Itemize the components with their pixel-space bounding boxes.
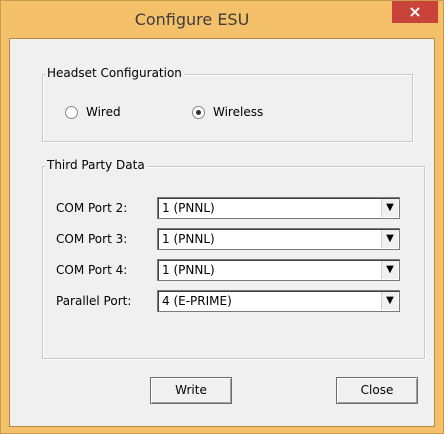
close-button[interactable]: Close: [336, 377, 418, 404]
headset-configuration-label: Headset Configuration: [45, 66, 184, 80]
window-title: Configure ESU: [134, 10, 250, 29]
com-port-4-value: 1 (PNNL): [162, 263, 215, 277]
parallel-port-value: 4 (E-PRIME): [162, 294, 232, 308]
parallel-port-dropdown[interactable]: 4 (E-PRIME) ▼: [157, 290, 400, 312]
com-port-2-value: 1 (PNNL): [162, 201, 215, 215]
radio-wireless-label: Wireless: [213, 105, 264, 119]
com-port-4-dropdown[interactable]: 1 (PNNL) ▼: [157, 259, 400, 281]
chevron-down-icon[interactable]: ▼: [381, 230, 398, 248]
com-port-2-dropdown[interactable]: 1 (PNNL) ▼: [157, 197, 400, 219]
chevron-down-icon[interactable]: ▼: [381, 292, 398, 310]
chevron-down-icon[interactable]: ▼: [381, 261, 398, 279]
chevron-down-icon[interactable]: ▼: [381, 199, 398, 217]
radio-wired[interactable]: Wired: [65, 105, 121, 119]
com-port-3-value: 1 (PNNL): [162, 232, 215, 246]
configure-esu-window: Configure ESU × Headset Configuration Wi…: [0, 0, 444, 434]
write-button[interactable]: Write: [150, 377, 232, 404]
parallel-port-label: Parallel Port:: [56, 294, 132, 308]
radio-wireless-indicator[interactable]: [192, 105, 205, 119]
radio-wired-label: Wired: [86, 105, 121, 119]
headset-configuration-group: Headset Configuration Wired Wireless: [42, 66, 413, 142]
third-party-data-group: Third Party Data COM Port 2: 1 (PNNL) ▼ …: [42, 158, 425, 359]
third-party-data-label: Third Party Data: [45, 158, 147, 172]
radio-wired-indicator[interactable]: [65, 105, 78, 119]
com-port-3-dropdown[interactable]: 1 (PNNL) ▼: [157, 228, 400, 250]
close-window-button[interactable]: ×: [392, 1, 438, 23]
radio-wireless[interactable]: Wireless: [192, 105, 263, 119]
com-port-2-label: COM Port 2:: [56, 201, 128, 215]
com-port-4-label: COM Port 4:: [56, 263, 128, 277]
dialog-client-area: Headset Configuration Wired Wireless Thi…: [9, 38, 435, 427]
title-bar[interactable]: Configure ESU ×: [1, 1, 443, 38]
com-port-3-label: COM Port 3:: [56, 232, 128, 246]
